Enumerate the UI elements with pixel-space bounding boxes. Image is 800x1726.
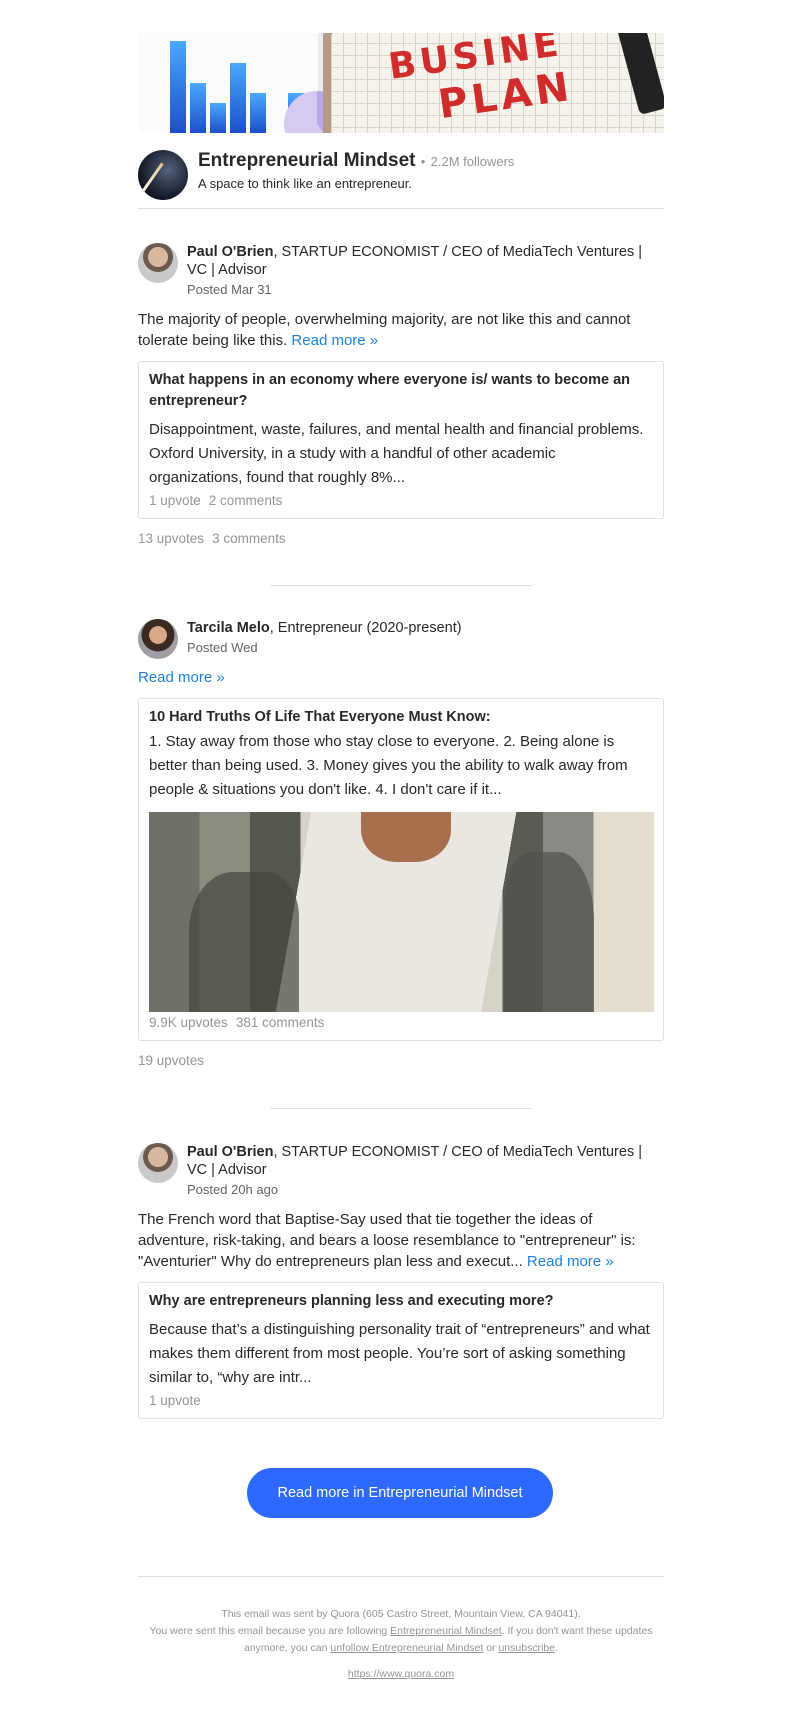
read-more-link[interactable]: Read more »: [291, 332, 378, 349]
painting-shade: [504, 852, 594, 1012]
card-image[interactable]: [149, 812, 654, 1012]
footer-text: or: [483, 1642, 499, 1654]
divider: [270, 585, 532, 586]
post-upvotes: 19 upvotes: [138, 1053, 205, 1068]
footer-text: You were sent this email because you are…: [149, 1625, 391, 1637]
post-stats: 13 upvotes 3 comments: [138, 531, 664, 546]
post-date: Posted 20h ago: [187, 1182, 279, 1197]
card-upvotes: 1 upvote: [149, 493, 201, 508]
space-followers: 2.2M followers: [430, 154, 515, 169]
card-question[interactable]: Why are entrepreneurs planning less and …: [149, 1291, 653, 1312]
author-name[interactable]: Tarcila Melo: [187, 620, 270, 636]
shared-answer-card[interactable]: Why are entrepreneurs planning less and …: [138, 1282, 664, 1419]
footer-reason-line: You were sent this email because you are…: [138, 1623, 664, 1657]
card-stats: 1 upvote 2 comments: [149, 493, 653, 508]
space-logo[interactable]: [138, 150, 188, 200]
quora-site-link[interactable]: https://www.quora.com: [138, 1666, 664, 1683]
card-comments: 381 comments: [235, 1015, 325, 1030]
footer-space-link[interactable]: Entrepreneurial Mindset: [390, 1625, 501, 1637]
space-banner-image[interactable]: BUSINE PLAN: [138, 33, 664, 133]
card-upvotes: 9.9K upvotes: [149, 1015, 228, 1030]
footer-text: .: [555, 1642, 559, 1654]
post-date: Posted Wed: [187, 640, 258, 655]
post-item: Paul O'Brien, STARTUP ECONOMIST / CEO of…: [138, 1143, 664, 1419]
shared-answer-card[interactable]: 10 Hard Truths Of Life That Everyone Mus…: [138, 698, 664, 1041]
card-upvotes: 1 upvote: [149, 1393, 201, 1408]
unfollow-link[interactable]: unfollow Entrepreneurial Mindset: [330, 1642, 483, 1654]
post-text: The French word that Baptise-Say used th…: [138, 1209, 664, 1272]
post-author: Tarcila Melo, Entrepreneur (2020-present…: [138, 619, 664, 659]
post-stats: 19 upvotes: [138, 1053, 664, 1068]
painting-face: [361, 812, 451, 862]
avatar[interactable]: [138, 1143, 178, 1183]
read-more-link[interactable]: Read more »: [527, 1253, 614, 1270]
author-name[interactable]: Paul O'Brien: [187, 244, 273, 260]
divider: [138, 208, 664, 209]
card-question[interactable]: 10 Hard Truths Of Life That Everyone Mus…: [149, 707, 653, 728]
post-author: Paul O'Brien, STARTUP ECONOMIST / CEO of…: [138, 1143, 664, 1199]
card-comments: 2 comments: [208, 493, 283, 508]
card-body: Disappointment, waste, failures, and men…: [149, 421, 644, 486]
post-upvotes: 13 upvotes: [138, 531, 205, 546]
card-stats: 9.9K upvotes 381 comments: [149, 1015, 653, 1030]
divider: [270, 1108, 532, 1109]
author-name[interactable]: Paul O'Brien: [187, 1144, 273, 1160]
shared-answer-card[interactable]: What happens in an economy where everyon…: [138, 361, 664, 519]
post-date: Posted Mar 31: [187, 282, 272, 297]
post-author: Paul O'Brien, STARTUP ECONOMIST / CEO of…: [138, 243, 664, 299]
avatar[interactable]: [138, 243, 178, 283]
post-item: Tarcila Melo, Entrepreneur (2020-present…: [138, 619, 664, 1068]
space-description: A space to think like an entrepreneur.: [198, 176, 412, 191]
avatar[interactable]: [138, 619, 178, 659]
read-more-in-space-button[interactable]: Read more in Entrepreneurial Mindset: [247, 1468, 553, 1518]
card-body: Because that’s a distinguishing personal…: [149, 1321, 650, 1386]
space-header: Entrepreneurial Mindset • 2.2M followers…: [138, 148, 664, 208]
post-text: Read more »: [138, 667, 664, 688]
author-credential: , Entrepreneur (2020-present): [269, 620, 462, 636]
space-name[interactable]: Entrepreneurial Mindset: [198, 150, 416, 171]
separator-dot: •: [420, 154, 426, 169]
divider: [138, 1576, 664, 1577]
footer-sender-line: This email was sent by Quora (605 Castro…: [221, 1608, 581, 1620]
post-comments: 3 comments: [212, 531, 286, 546]
post-item: Paul O'Brien, STARTUP ECONOMIST / CEO of…: [138, 243, 664, 546]
card-question[interactable]: What happens in an economy where everyon…: [149, 370, 653, 412]
post-text-body: The majority of people, overwhelming maj…: [138, 311, 631, 349]
painting-shade: [189, 872, 299, 1012]
card-body: 1. Stay away from those who stay close t…: [149, 733, 628, 798]
space-title: Entrepreneurial Mindset • 2.2M followers: [198, 150, 514, 172]
post-text: The majority of people, overwhelming maj…: [138, 309, 664, 351]
read-more-link[interactable]: Read more »: [138, 669, 225, 686]
unsubscribe-link[interactable]: unsubscribe: [498, 1642, 555, 1654]
email-footer: This email was sent by Quora (605 Castro…: [138, 1606, 664, 1683]
card-stats: 1 upvote: [149, 1393, 653, 1408]
